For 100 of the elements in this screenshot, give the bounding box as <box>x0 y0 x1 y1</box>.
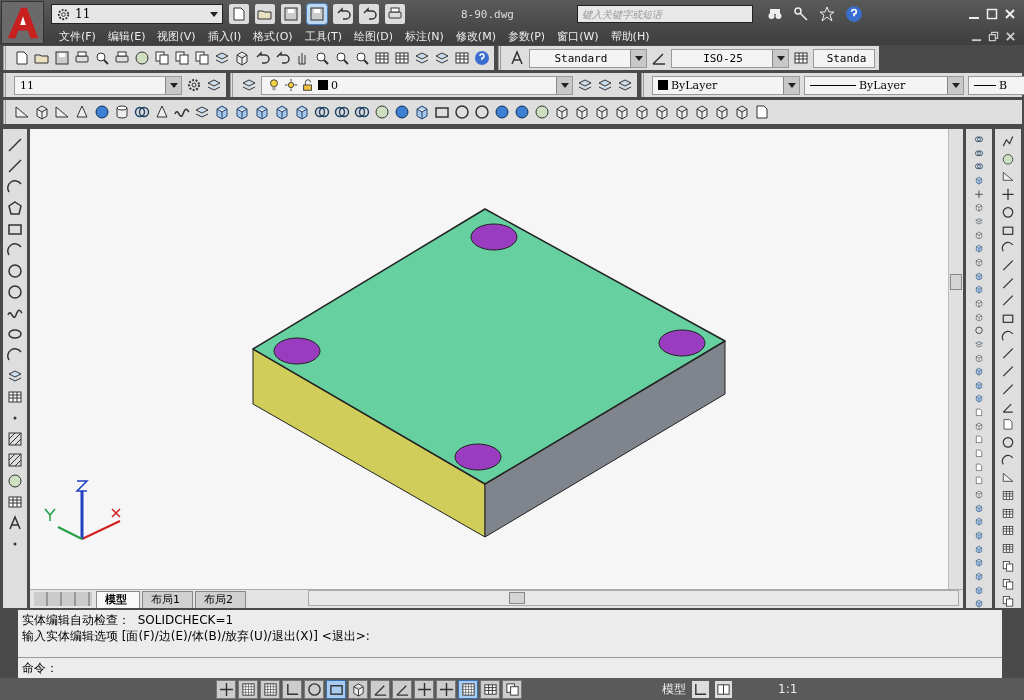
rectangle-icon[interactable] <box>434 104 450 120</box>
magnifier-icon[interactable] <box>94 50 110 66</box>
layers-icon[interactable] <box>414 50 430 66</box>
layers-icon[interactable] <box>214 50 230 66</box>
rings-icon[interactable] <box>334 104 350 120</box>
workspace-dropdown[interactable]: 11 <box>51 4 223 24</box>
cube-icon[interactable] <box>554 104 570 120</box>
cylinder-icon[interactable] <box>114 104 130 120</box>
circle-icon[interactable] <box>454 104 470 120</box>
status-toggle[interactable] <box>282 679 302 699</box>
menu-item[interactable]: 参数(P) <box>505 29 556 44</box>
layout-tab[interactable]: 布局1 <box>142 591 193 608</box>
color-dropdown[interactable]: ByLayer <box>652 75 800 95</box>
cube-icon[interactable] <box>574 104 590 120</box>
layers-icon[interactable] <box>206 77 222 93</box>
arc-icon[interactable] <box>1000 241 1016 254</box>
layers-icon[interactable] <box>577 77 593 93</box>
copy-icon[interactable] <box>154 50 170 66</box>
cone-icon[interactable] <box>154 104 170 120</box>
ellipse-icon[interactable] <box>7 326 23 342</box>
layer-state-dropdown[interactable]: 11 <box>14 75 182 95</box>
menu-item[interactable]: 窗口(W) <box>555 29 609 44</box>
status-toggle[interactable] <box>216 679 236 699</box>
star-icon[interactable] <box>819 6 835 22</box>
ortho-icon[interactable] <box>692 680 709 698</box>
copy-icon[interactable] <box>174 50 190 66</box>
gear-icon[interactable] <box>186 77 202 93</box>
table-icon[interactable] <box>1000 542 1016 555</box>
menu-item[interactable]: 视图(V) <box>155 29 206 44</box>
wedge-icon[interactable] <box>54 104 70 120</box>
cube-icon[interactable] <box>34 104 50 120</box>
table-icon[interactable] <box>7 494 23 510</box>
table-icon[interactable] <box>394 50 410 66</box>
key-icon[interactable] <box>793 6 809 22</box>
copy-icon[interactable] <box>1000 595 1016 608</box>
circle-icon[interactable] <box>1000 435 1016 449</box>
circle-icon[interactable] <box>7 284 23 300</box>
magnifier-icon[interactable] <box>354 50 370 66</box>
copy-icon[interactable] <box>1000 559 1016 573</box>
menu-item[interactable]: 工具(T) <box>302 29 352 44</box>
table-icon[interactable] <box>7 389 23 405</box>
line-icon[interactable] <box>7 158 23 174</box>
table-icon[interactable] <box>374 50 390 66</box>
undo-icon[interactable] <box>333 4 353 24</box>
cube-icon[interactable] <box>674 104 690 120</box>
menu-item[interactable]: 文件(F) <box>57 29 106 44</box>
line-icon[interactable] <box>1000 294 1016 308</box>
status-toggle[interactable] <box>326 679 346 699</box>
cube-icon[interactable] <box>694 104 710 120</box>
status-toggle[interactable] <box>392 679 412 699</box>
page-icon[interactable] <box>754 104 770 120</box>
undo-icon[interactable] <box>274 50 290 66</box>
model-space-label[interactable]: 模型 <box>662 680 686 698</box>
dimension-style-dropdown[interactable]: ISO-25 <box>671 48 789 68</box>
status-toggle[interactable] <box>436 679 456 699</box>
status-toggle[interactable] <box>348 679 368 699</box>
cube-icon[interactable] <box>634 104 650 120</box>
copy-icon[interactable] <box>194 50 210 66</box>
line-icon[interactable] <box>1000 276 1016 290</box>
hatch-icon[interactable] <box>7 431 23 447</box>
table-icon[interactable] <box>1000 524 1016 538</box>
arc-icon[interactable] <box>1000 329 1016 343</box>
menu-item[interactable]: 插入(I) <box>205 29 252 44</box>
cube-icon[interactable] <box>714 104 730 120</box>
cube-icon[interactable] <box>234 50 250 66</box>
page-icon[interactable] <box>1000 418 1016 431</box>
help-icon[interactable] <box>845 5 863 23</box>
layout-tab[interactable]: 布局2 <box>195 591 246 608</box>
hatch-icon[interactable] <box>7 452 23 468</box>
cube-icon[interactable] <box>734 104 750 120</box>
layers-icon[interactable] <box>194 104 210 120</box>
table-icon[interactable] <box>454 50 470 66</box>
magnifier-icon[interactable] <box>314 50 330 66</box>
status-toggle[interactable] <box>480 679 500 699</box>
rings-icon[interactable] <box>354 104 370 120</box>
search-field[interactable]: 键入关键字或短语 <box>577 5 753 23</box>
crosshair-icon[interactable] <box>1000 188 1016 201</box>
magnifier-icon[interactable] <box>334 50 350 66</box>
line-icon[interactable] <box>1000 347 1016 361</box>
status-toggle[interactable] <box>414 679 434 699</box>
layers-icon[interactable] <box>597 77 613 93</box>
arc-icon[interactable] <box>1000 453 1016 467</box>
sphere-icon[interactable] <box>514 104 530 120</box>
table-icon[interactable] <box>1000 489 1016 502</box>
arc-icon[interactable] <box>7 347 23 363</box>
linetype-dropdown[interactable]: ByLayer <box>804 75 964 95</box>
undo-icon[interactable] <box>359 4 379 24</box>
undo-icon[interactable] <box>254 50 270 66</box>
line-icon[interactable] <box>1000 365 1016 378</box>
rings-icon[interactable] <box>314 104 330 120</box>
line-icon[interactable] <box>1000 258 1016 272</box>
circle-icon[interactable] <box>474 104 490 120</box>
close-icon[interactable] <box>1005 31 1016 42</box>
viewport-icon[interactable] <box>715 680 732 698</box>
copy-icon[interactable] <box>1000 577 1016 591</box>
layers-icon[interactable] <box>434 50 450 66</box>
wedge-icon[interactable] <box>1000 170 1016 184</box>
sphere-icon[interactable] <box>394 104 410 120</box>
rings-icon[interactable] <box>134 104 150 120</box>
layers-icon[interactable] <box>241 77 257 93</box>
